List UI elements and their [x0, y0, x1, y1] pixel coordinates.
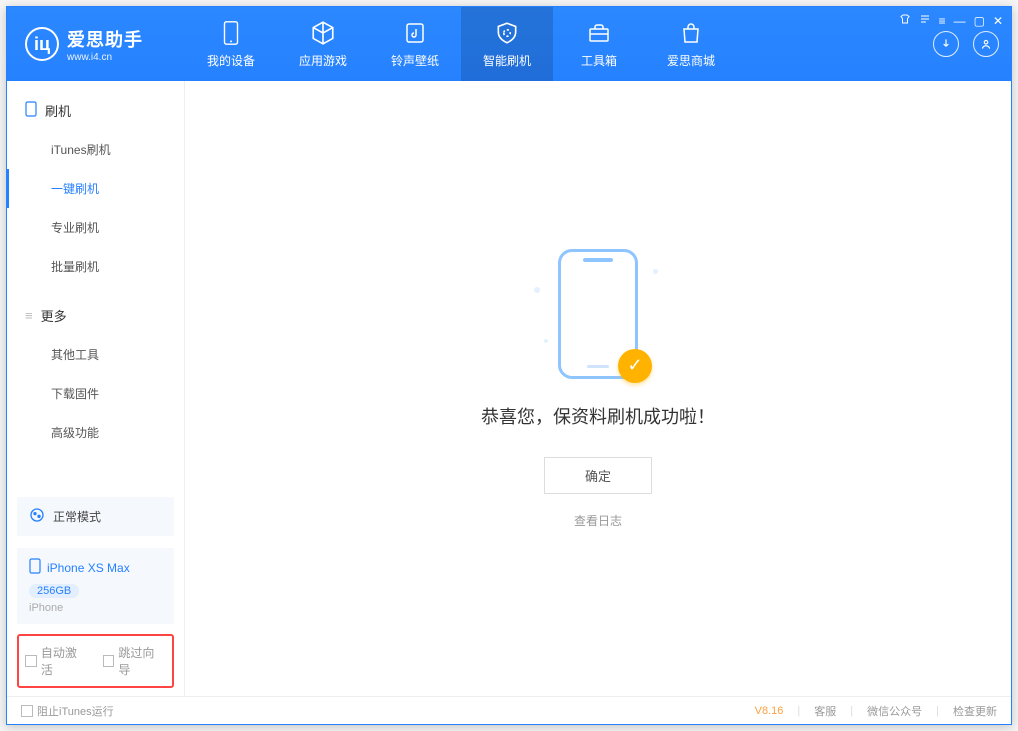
- sidebar-item-batch[interactable]: 批量刷机: [7, 247, 184, 286]
- nav-label: 工具箱: [581, 52, 617, 69]
- check-badge-icon: ✓: [618, 349, 652, 383]
- mode-icon: [29, 507, 45, 526]
- phone-icon: [218, 20, 244, 46]
- nav-label: 爱思商城: [667, 52, 715, 69]
- checkbox-icon: [103, 655, 115, 667]
- device-name: iPhone XS Max: [47, 561, 130, 575]
- sidebar-header-more: ≡ 更多: [7, 296, 184, 335]
- checkbox-auto-activate[interactable]: 自动激活: [25, 644, 89, 678]
- footer-right: V8.16 | 客服 | 微信公众号 | 检查更新: [755, 703, 997, 719]
- nav-flash[interactable]: 智能刷机: [461, 7, 553, 81]
- checkbox-block-itunes[interactable]: 阻止iTunes运行: [21, 703, 114, 719]
- bag-icon: [678, 20, 704, 46]
- sidebar-header-flash: 刷机: [7, 91, 184, 130]
- version-label: V8.16: [755, 705, 784, 717]
- sidebar-item-advanced[interactable]: 高级功能: [7, 413, 184, 452]
- checkbox-icon: [21, 705, 33, 717]
- device-capacity: 256GB: [29, 584, 79, 598]
- shirt-icon[interactable]: [899, 13, 911, 28]
- download-button[interactable]: [933, 31, 959, 57]
- app-window: ≡ — ▢ ✕ iц 爱思助手 www.i4.cn 我的设备 应用游戏 铃声壁纸: [6, 6, 1012, 725]
- refresh-shield-icon: [494, 20, 520, 46]
- view-log-link[interactable]: 查看日志: [574, 512, 622, 529]
- nav-my-device[interactable]: 我的设备: [185, 7, 277, 81]
- brand-name: 爱思助手: [67, 26, 143, 52]
- logo-area: iц 爱思助手 www.i4.cn: [7, 26, 185, 63]
- nav-apps[interactable]: 应用游戏: [277, 7, 369, 81]
- list-icon[interactable]: [919, 13, 931, 28]
- checkbox-label: 跳过向导: [118, 644, 166, 678]
- support-link[interactable]: 客服: [814, 703, 836, 719]
- nav-label: 智能刷机: [483, 52, 531, 69]
- checkbox-label: 自动激活: [41, 644, 89, 678]
- sidebar-item-onekey[interactable]: 一键刷机: [7, 169, 184, 208]
- sidebar-item-other[interactable]: 其他工具: [7, 335, 184, 374]
- top-nav: 我的设备 应用游戏 铃声壁纸 智能刷机 工具箱 爱思商城: [185, 7, 737, 81]
- checkbox-skip-guide[interactable]: 跳过向导: [103, 644, 167, 678]
- logo-text: 爱思助手 www.i4.cn: [67, 26, 143, 63]
- device-card[interactable]: iPhone XS Max 256GB iPhone: [17, 548, 174, 624]
- mode-card[interactable]: 正常模式: [17, 497, 174, 536]
- mode-label: 正常模式: [53, 508, 101, 525]
- list-small-icon: ≡: [25, 308, 33, 323]
- sidebar-item-pro[interactable]: 专业刷机: [7, 208, 184, 247]
- check-update-link[interactable]: 检查更新: [953, 703, 997, 719]
- nav-label: 我的设备: [207, 52, 255, 69]
- body: 刷机 iTunes刷机 一键刷机 专业刷机 批量刷机 ≡ 更多 其他工具 下载固…: [7, 81, 1011, 696]
- brand-domain: www.i4.cn: [67, 52, 143, 63]
- nav-label: 铃声壁纸: [391, 52, 439, 69]
- logo-icon: iц: [25, 27, 59, 61]
- sidebar-section-flash: 刷机 iTunes刷机 一键刷机 专业刷机 批量刷机: [7, 81, 184, 286]
- device-small-icon: [29, 558, 41, 577]
- device-type: iPhone: [29, 602, 162, 614]
- nav-label: 应用游戏: [299, 52, 347, 69]
- footer-left: 阻止iTunes运行: [21, 703, 114, 719]
- main-content: ✓ 恭喜您，保资料刷机成功啦！ 确定 查看日志: [185, 81, 1011, 696]
- device-name-row: iPhone XS Max: [29, 558, 162, 577]
- toolbox-icon: [586, 20, 612, 46]
- sidebar-item-firmware[interactable]: 下载固件: [7, 374, 184, 413]
- music-icon: [402, 20, 428, 46]
- sidebar: 刷机 iTunes刷机 一键刷机 专业刷机 批量刷机 ≡ 更多 其他工具 下载固…: [7, 81, 185, 696]
- success-message: 恭喜您，保资料刷机成功啦！: [481, 403, 715, 429]
- phone-small-icon: [25, 101, 37, 120]
- nav-store[interactable]: 爱思商城: [645, 7, 737, 81]
- user-button[interactable]: [973, 31, 999, 57]
- cube-icon: [310, 20, 336, 46]
- checkbox-icon: [25, 655, 37, 667]
- nav-toolbox[interactable]: 工具箱: [553, 7, 645, 81]
- sidebar-group-label: 更多: [41, 306, 67, 325]
- activation-options-highlighted: 自动激活 跳过向导: [17, 634, 174, 688]
- ok-button[interactable]: 确定: [544, 457, 652, 494]
- success-illustration: ✓: [558, 249, 638, 379]
- sidebar-section-more: ≡ 更多 其他工具 下载固件 高级功能: [7, 286, 184, 452]
- sidebar-group-label: 刷机: [45, 101, 71, 120]
- sidebar-item-itunes[interactable]: iTunes刷机: [7, 130, 184, 169]
- wechat-link[interactable]: 微信公众号: [867, 703, 922, 719]
- header-right: [933, 7, 999, 81]
- header-bar: ≡ — ▢ ✕ iц 爱思助手 www.i4.cn 我的设备 应用游戏 铃声壁纸: [7, 7, 1011, 81]
- nav-ringtones[interactable]: 铃声壁纸: [369, 7, 461, 81]
- footer-bar: 阻止iTunes运行 V8.16 | 客服 | 微信公众号 | 检查更新: [7, 696, 1011, 724]
- checkbox-label: 阻止iTunes运行: [37, 703, 114, 719]
